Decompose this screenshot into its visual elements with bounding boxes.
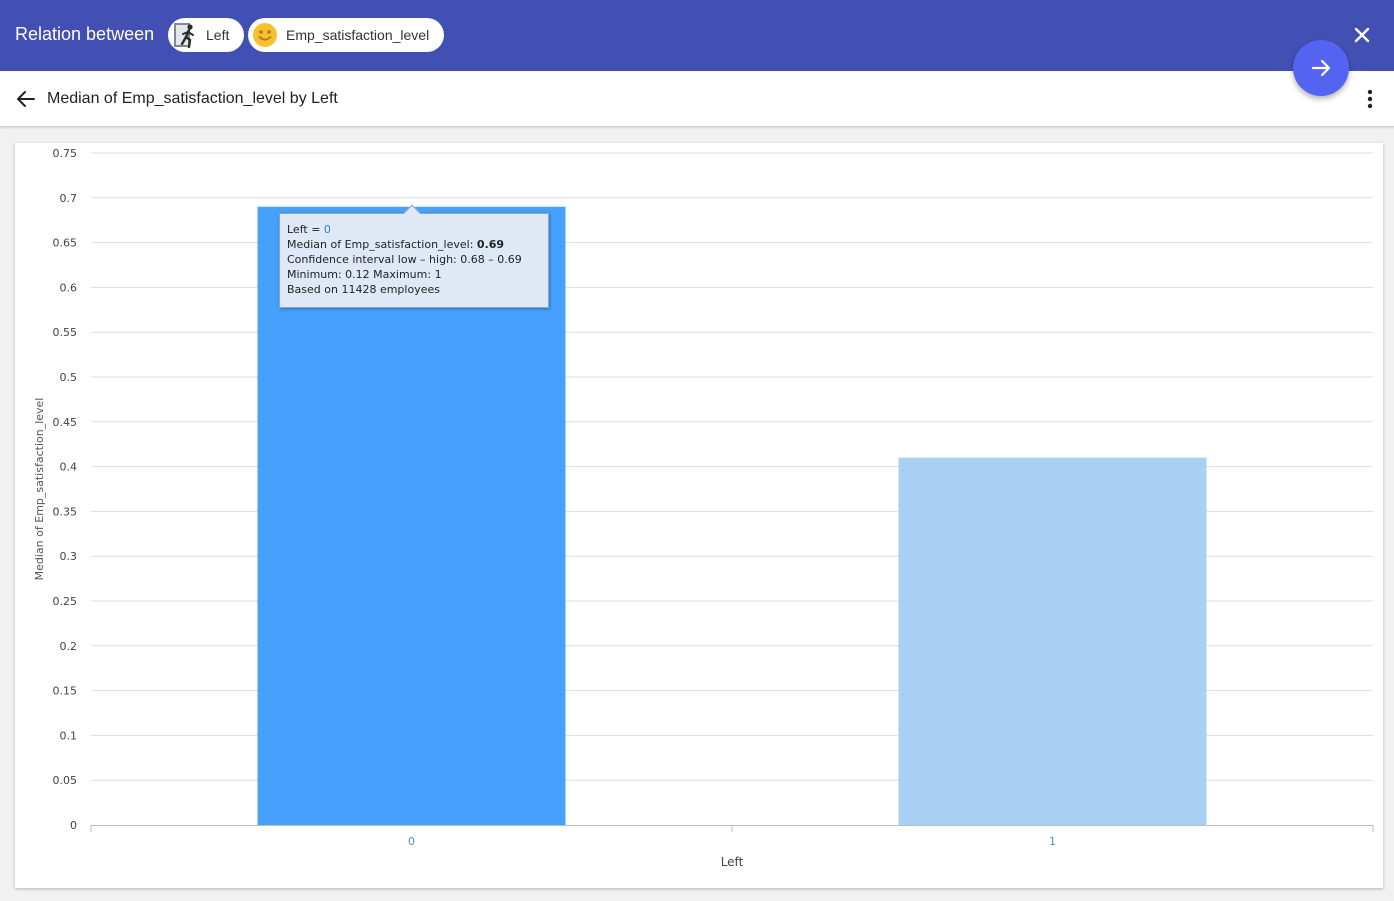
y-tick-label: 0.25	[53, 595, 78, 608]
x-tick-label: 1	[1049, 835, 1056, 848]
arrow-forward-icon	[1311, 59, 1331, 77]
person-leaving-icon	[174, 23, 194, 49]
y-tick-label: 0.5	[60, 371, 78, 384]
tooltip-minmax: Minimum: 0.12 Maximum: 1	[287, 268, 442, 281]
bar-tooltip: Left = 0 Median of Emp_satisfaction_leve…	[279, 204, 549, 308]
y-tick-label: 0.05	[53, 774, 78, 787]
tooltip-median-value: 0.69	[476, 238, 505, 251]
y-tick-label: 0.55	[53, 326, 78, 339]
tooltip-median-key: Median of Emp_satisfaction_level:	[287, 238, 477, 251]
back-button[interactable]	[14, 87, 40, 111]
y-tick-label: 0.4	[60, 461, 78, 474]
y-axis-title: Median of Emp_satisfaction_level	[33, 398, 46, 581]
y-tick-label: 0.35	[53, 505, 78, 518]
tooltip-left-key: Left =	[287, 223, 324, 236]
y-tick-label: 0.1	[60, 729, 78, 742]
y-tick-label: 0.3	[60, 550, 78, 563]
y-tick-label: 0.6	[60, 281, 78, 294]
arrow-back-icon	[17, 91, 35, 107]
chart-toolbar: Median of Emp_satisfaction_level by Left	[0, 71, 1394, 127]
more-vert-icon	[1367, 89, 1373, 109]
next-fab-button[interactable]	[1293, 40, 1349, 96]
y-tick-label: 0	[70, 819, 77, 832]
chart-title: Median of Emp_satisfaction_level by Left	[47, 90, 338, 107]
close-icon	[1354, 27, 1370, 43]
chip-emp-satisfaction[interactable]: Emp_satisfaction_level	[248, 18, 444, 52]
more-options-button[interactable]	[1358, 85, 1382, 113]
y-tick-label: 0.75	[53, 147, 78, 160]
chip-left-label: Left	[206, 27, 230, 43]
tooltip-ci: Confidence interval low – high: 0.68 – 0…	[287, 253, 522, 266]
y-tick-label: 0.65	[53, 237, 78, 250]
y-tick-label: 0.15	[53, 685, 78, 698]
y-tick-label: 0.2	[60, 640, 78, 653]
chip-left[interactable]: Left	[168, 18, 244, 52]
tooltip-based-on: Based on 11428 employees	[287, 283, 440, 296]
top-app-bar: Relation between Left Emp_satisfaction_l…	[0, 0, 1394, 71]
x-tick-label: 0	[408, 835, 415, 848]
bar-1[interactable]	[898, 457, 1207, 825]
y-tick-label: 0.45	[53, 416, 78, 429]
smiley-face-icon	[253, 23, 277, 47]
y-tick-label: 0.7	[60, 192, 78, 205]
chip-emp-label: Emp_satisfaction_level	[286, 27, 430, 43]
x-axis-title: Left	[721, 855, 744, 869]
close-button[interactable]	[1348, 21, 1376, 49]
header-title: Relation between	[15, 24, 155, 44]
tooltip-left-value: 0	[323, 223, 331, 236]
